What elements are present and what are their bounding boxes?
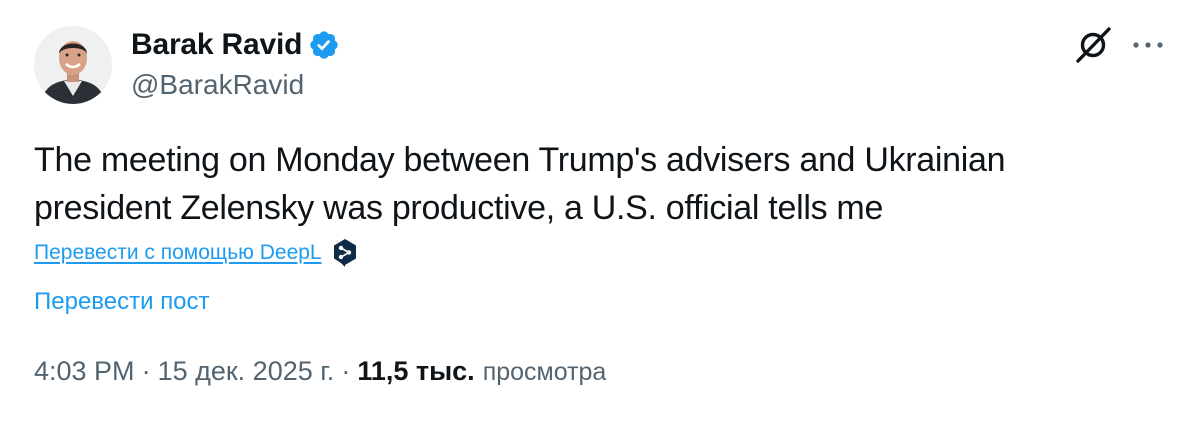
tweet-text-line: The meeting on Monday between Trump's ad… xyxy=(34,141,1006,179)
views-count[interactable]: 11,5 тыс. xyxy=(357,356,474,387)
author-name[interactable]: Barak Ravid xyxy=(131,28,340,62)
author-handle[interactable]: @BarakRavid xyxy=(131,69,304,101)
author-name-text[interactable]: Barak Ravid xyxy=(131,28,302,62)
avatar-image xyxy=(34,26,112,104)
deepl-icon[interactable] xyxy=(332,238,358,268)
more-options-icon[interactable] xyxy=(1130,30,1166,60)
deepl-translate-row: Перевести с помощью DeepL xyxy=(34,238,358,268)
tweet-date[interactable]: 15 дек. 2025 г. xyxy=(158,356,335,387)
tweet-time[interactable]: 4:03 PM xyxy=(34,356,135,387)
deepl-translate-link[interactable]: Перевести с помощью DeepL xyxy=(34,241,322,265)
translate-post-button[interactable]: Перевести пост xyxy=(34,288,210,316)
meta-separator: · xyxy=(141,356,151,386)
verified-badge-icon[interactable] xyxy=(308,29,340,61)
tweet-meta: 4:03 PM · 15 дек. 2025 г. · 11,5 тыс. пр… xyxy=(34,356,606,387)
tweet-card: Barak Ravid @BarakRavid The meeting on M… xyxy=(0,0,1200,426)
grok-icon[interactable] xyxy=(1072,26,1114,64)
avatar[interactable] xyxy=(34,26,112,104)
meta-separator: · xyxy=(341,356,351,386)
tweet-text: The meeting on Monday between Trump's ad… xyxy=(34,136,1154,232)
views-label: просмотра xyxy=(482,358,607,386)
tweet-text-line: president Zelensky was productive, a U.S… xyxy=(34,189,884,227)
